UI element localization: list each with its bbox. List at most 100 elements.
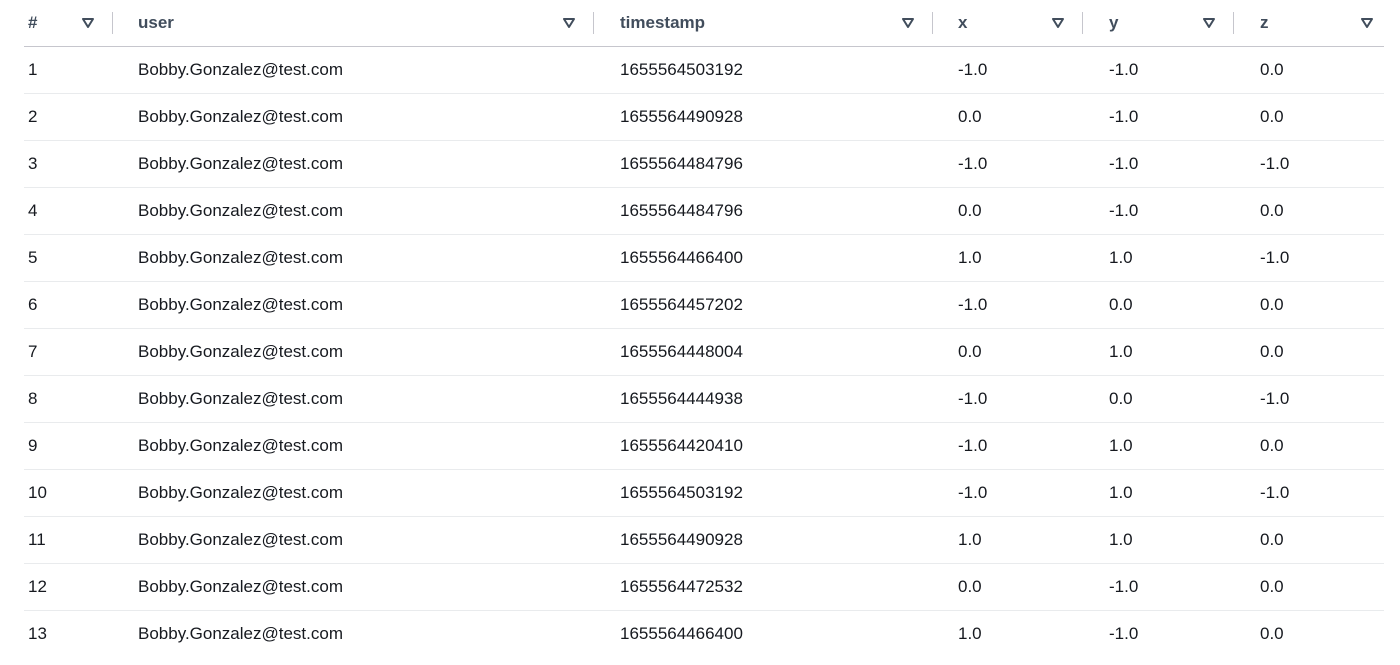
cell-z: 0.0 [1234,328,1384,376]
cell-z: 0.0 [1234,422,1384,470]
cell-y: -1.0 [1083,46,1234,94]
cell-user: Bobby.Gonzalez@test.com [113,140,594,188]
cell-timestamp: 1655564490928 [594,516,933,564]
cell-z: -1.0 [1234,469,1384,517]
table-row: 10 Bobby.Gonzalez@test.com 1655564503192… [24,469,1384,517]
cell-user: Bobby.Gonzalez@test.com [113,281,594,329]
column-label-index: # [28,13,38,32]
cell-z: 0.0 [1260,624,1284,644]
cell-z: 0.0 [1234,93,1384,141]
filter-triangle-icon[interactable] [560,14,578,32]
column-label-timestamp: timestamp [620,13,706,32]
cell-y: 1.0 [1083,422,1234,470]
cell-index: 3 [24,140,113,188]
cell-index: 2 [24,93,113,141]
column-label-x: x [958,13,968,32]
cell-index: 1 [24,46,113,94]
cell-z: -1.0 [1234,375,1384,423]
cell-z: 0.0 [1234,46,1384,94]
results-table-container: # user timestamp x y z 1 Bobby.Gonzalez@… [24,0,1384,658]
cell-user: Bobby.Gonzalez@test.com [113,563,594,611]
cell-index: 9 [24,422,113,470]
cell-timestamp: 1655564448004 [594,328,933,376]
cell-x: 0.0 [933,187,1083,235]
table-row: 2 Bobby.Gonzalez@test.com 1655564490928 … [24,93,1384,141]
cell-user: Bobby.Gonzalez@test.com [113,328,594,376]
cell-user: Bobby.Gonzalez@test.com [113,187,594,235]
table-row: 1 Bobby.Gonzalez@test.com 1655564503192 … [24,46,1384,94]
column-header-x: x [933,0,1083,47]
cell-y: 1.0 [1083,516,1234,564]
table-header: # user timestamp x y z [24,0,1384,47]
cell-user: Bobby.Gonzalez@test.com [138,624,343,644]
cell-index: 7 [24,328,113,376]
cell-timestamp: 1655564457202 [594,281,933,329]
table-row: 5 Bobby.Gonzalez@test.com 1655564466400 … [24,234,1384,282]
cell-user: Bobby.Gonzalez@test.com [113,375,594,423]
header-row: # user timestamp x y z [24,0,1384,47]
cell-y: 1.0 [1083,328,1234,376]
cell-x: -1.0 [933,281,1083,329]
cell-index: 8 [24,375,113,423]
cell-z: 0.0 [1234,281,1384,329]
cell-user: Bobby.Gonzalez@test.com [113,422,594,470]
filter-triangle-icon[interactable] [1049,14,1067,32]
cell-index: 12 [24,563,113,611]
cell-y: 0.0 [1083,281,1234,329]
cell-y: -1.0 [1083,563,1234,611]
column-header-index: # [24,0,113,47]
filter-triangle-icon[interactable] [1200,14,1218,32]
cell-x: 0.0 [933,563,1083,611]
cell-y: -1.0 [1083,187,1234,235]
cell-timestamp: 1655564484796 [594,140,933,188]
cell-y: 0.0 [1083,375,1234,423]
cell-y: 1.0 [1083,234,1234,282]
cell-x: -1.0 [933,375,1083,423]
table-row: 3 Bobby.Gonzalez@test.com 1655564484796 … [24,140,1384,188]
cell-index: 6 [24,281,113,329]
column-header-y: y [1083,0,1234,47]
table-row: 11 Bobby.Gonzalez@test.com 1655564490928… [24,516,1384,564]
cell-user: Bobby.Gonzalez@test.com [113,93,594,141]
cell-z: 0.0 [1234,516,1384,564]
cell-user: Bobby.Gonzalez@test.com [113,469,594,517]
cell-x: 1.0 [933,234,1083,282]
cell-user: Bobby.Gonzalez@test.com [113,516,594,564]
cell-timestamp: 1655564490928 [594,93,933,141]
cell-z: -1.0 [1234,234,1384,282]
cell-timestamp: 1655564466400 [620,624,743,644]
filter-triangle-icon[interactable] [79,14,97,32]
cell-timestamp: 1655564466400 [594,234,933,282]
cell-y: 1.0 [1083,469,1234,517]
cell-x: 0.0 [933,93,1083,141]
column-header-user: user [113,0,594,47]
results-table: # user timestamp x y z 1 Bobby.Gonzalez@… [24,0,1384,658]
cell-x: -1.0 [933,140,1083,188]
cell-timestamp: 1655564444938 [594,375,933,423]
cell-z: 0.0 [1234,563,1384,611]
cell-x: -1.0 [933,46,1083,94]
table-row: 8 Bobby.Gonzalez@test.com 1655564444938 … [24,375,1384,423]
filter-triangle-icon[interactable] [1358,14,1376,32]
cell-index: 11 [24,516,113,564]
table-row: 12 Bobby.Gonzalez@test.com 1655564472532… [24,563,1384,611]
cell-timestamp: 1655564472532 [594,563,933,611]
cell-timestamp: 1655564503192 [594,46,933,94]
column-header-timestamp: timestamp [594,0,933,47]
table-body: 1 Bobby.Gonzalez@test.com 1655564503192 … [24,46,1384,658]
table-row: 6 Bobby.Gonzalez@test.com 1655564457202 … [24,281,1384,329]
cell-y: -1.0 [1083,93,1234,141]
column-label-y: y [1109,13,1119,32]
column-label-z: z [1260,13,1269,32]
cell-user: Bobby.Gonzalez@test.com [113,234,594,282]
cell-index: 4 [24,187,113,235]
cell-user: Bobby.Gonzalez@test.com [113,46,594,94]
cell-index: 10 [24,469,113,517]
cell-x: 1.0 [933,516,1083,564]
cell-z: 0.0 [1234,187,1384,235]
cell-timestamp: 1655564503192 [594,469,933,517]
cell-x: 0.0 [933,328,1083,376]
cell-x: 1.0 [958,624,982,644]
filter-triangle-icon[interactable] [899,14,917,32]
column-label-user: user [138,13,174,32]
